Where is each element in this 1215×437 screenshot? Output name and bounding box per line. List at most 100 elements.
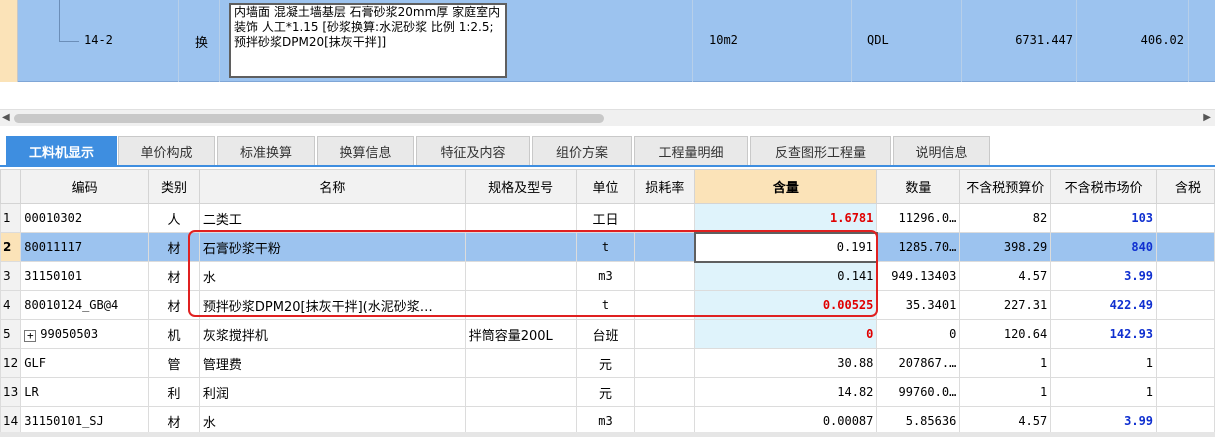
header-quantity[interactable]: 数量 bbox=[876, 169, 961, 204]
cell-code[interactable]: GLF bbox=[20, 348, 150, 378]
horizontal-scrollbar[interactable]: ◀ ▶ bbox=[0, 109, 1215, 126]
cell-budget-price[interactable]: 120.64 bbox=[959, 319, 1052, 349]
cell-spec[interactable]: 拌筒容量200L bbox=[464, 319, 577, 349]
cell-type[interactable]: 机 bbox=[148, 319, 200, 349]
cell-name[interactable]: 管理费 bbox=[198, 348, 466, 378]
cell-tax-price[interactable] bbox=[1156, 290, 1215, 320]
cell-budget-price[interactable]: 82 bbox=[959, 203, 1052, 233]
tab-features[interactable]: 特征及内容 bbox=[416, 136, 530, 165]
cell-spec[interactable] bbox=[464, 377, 577, 407]
cell-unit[interactable]: 台班 bbox=[575, 319, 636, 349]
cell-content[interactable]: 30.88 bbox=[694, 348, 878, 378]
scroll-right-icon[interactable]: ▶ bbox=[1203, 112, 1211, 123]
cell-tax-price[interactable] bbox=[1156, 319, 1215, 349]
table-row-selected[interactable]: 2 80011117 材 石膏砂浆干粉 t 0.191 1285.70… 398… bbox=[0, 231, 1215, 263]
cell-market-price[interactable]: 1 bbox=[1050, 377, 1158, 407]
cell-unit[interactable]: 元 bbox=[575, 348, 636, 378]
cell-loss[interactable] bbox=[634, 377, 696, 407]
scroll-left-icon[interactable]: ◀ bbox=[2, 112, 10, 123]
cell-content[interactable]: 1.6781 bbox=[694, 203, 878, 233]
cell-tax-price[interactable] bbox=[1156, 232, 1215, 262]
cell-name[interactable]: 预拌砂浆DPM20[抹灰干拌](水泥砂浆… bbox=[198, 290, 466, 320]
tab-material-display[interactable]: 工料机显示 bbox=[6, 136, 117, 165]
quota-row[interactable]: 14-2 换 内墙面 混凝土墙基层 石膏砂浆20mm厚 家庭室内装饰 人工*1.… bbox=[0, 0, 1215, 82]
cell-loss[interactable] bbox=[634, 290, 696, 320]
header-spec[interactable]: 规格及型号 bbox=[464, 169, 577, 204]
cell-budget-price[interactable]: 1 bbox=[959, 377, 1052, 407]
cell-type[interactable]: 利 bbox=[148, 377, 200, 407]
cell-code[interactable]: LR bbox=[20, 377, 150, 407]
tab-graphic-quantity[interactable]: 反查图形工程量 bbox=[750, 136, 891, 165]
table-row[interactable]: 4 80010124_GB@4 材 预拌砂浆DPM20[抹灰干拌](水泥砂浆… … bbox=[0, 290, 1215, 320]
header-content[interactable]: 含量 bbox=[694, 169, 878, 204]
table-row[interactable]: 5 +99050503 机 灰浆搅拌机 拌筒容量200L 台班 0 0 120.… bbox=[0, 319, 1215, 349]
cell-type[interactable]: 材 bbox=[148, 290, 200, 320]
cell-tax-price[interactable] bbox=[1156, 261, 1215, 291]
cell-spec[interactable] bbox=[464, 348, 577, 378]
tab-standard-conversion[interactable]: 标准换算 bbox=[217, 136, 315, 165]
expand-icon[interactable]: + bbox=[24, 329, 37, 342]
header-name[interactable]: 名称 bbox=[198, 169, 466, 204]
bottom-scrollbar[interactable] bbox=[0, 432, 1215, 437]
cell-name[interactable]: 灰浆搅拌机 bbox=[198, 319, 466, 349]
header-loss[interactable]: 损耗率 bbox=[634, 169, 696, 204]
cell-budget-price[interactable]: 227.31 bbox=[959, 290, 1052, 320]
cell-market-price[interactable]: 3.99 bbox=[1050, 261, 1158, 291]
cell-code[interactable]: 80010124_GB@4 bbox=[20, 290, 150, 320]
cell-code[interactable]: 31150101 bbox=[20, 261, 150, 291]
cell-spec[interactable] bbox=[464, 290, 577, 320]
cell-name[interactable]: 水 bbox=[198, 261, 466, 291]
cell-unit[interactable]: m3 bbox=[575, 261, 636, 291]
cell-loss[interactable] bbox=[634, 232, 696, 262]
header-unit[interactable]: 单位 bbox=[575, 169, 636, 204]
table-row[interactable]: 3 31150101 材 水 m3 0.141 949.13403 4.57 3… bbox=[0, 261, 1215, 291]
cell-content-editor[interactable]: 0.191 bbox=[693, 231, 878, 263]
cell-code[interactable]: 00010302 bbox=[20, 203, 150, 233]
cell-loss[interactable] bbox=[634, 319, 696, 349]
tab-quantity-detail[interactable]: 工程量明细 bbox=[634, 136, 748, 165]
cell-budget-price[interactable]: 4.57 bbox=[959, 261, 1052, 291]
table-row[interactable]: 13 LR 利 利润 元 14.82 99760.0… 1 1 bbox=[0, 377, 1215, 407]
header-code[interactable]: 编码 bbox=[20, 169, 150, 204]
cell-market-price[interactable]: 142.93 bbox=[1050, 319, 1158, 349]
cell-code[interactable]: +99050503 bbox=[20, 319, 150, 349]
quota-name-editor[interactable]: 内墙面 混凝土墙基层 石膏砂浆20mm厚 家庭室内装饰 人工*1.15 [砂浆换… bbox=[229, 3, 507, 78]
cell-name[interactable]: 利润 bbox=[198, 377, 466, 407]
tab-pricing-scheme[interactable]: 组价方案 bbox=[532, 136, 632, 165]
cell-content[interactable]: 0 bbox=[694, 319, 878, 349]
tab-unit-price[interactable]: 单价构成 bbox=[118, 136, 215, 165]
tab-description[interactable]: 说明信息 bbox=[893, 136, 990, 165]
cell-spec[interactable] bbox=[464, 203, 577, 233]
cell-unit[interactable]: t bbox=[575, 232, 636, 262]
cell-tax-price[interactable] bbox=[1156, 377, 1215, 407]
scroll-thumb[interactable] bbox=[14, 114, 604, 123]
cell-content[interactable]: 0.141 bbox=[694, 261, 878, 291]
cell-type[interactable]: 人 bbox=[148, 203, 200, 233]
cell-unit[interactable]: 元 bbox=[575, 377, 636, 407]
header-type[interactable]: 类别 bbox=[148, 169, 200, 204]
header-tax-price[interactable]: 含税 bbox=[1156, 169, 1215, 204]
cell-market-price[interactable]: 840 bbox=[1050, 232, 1158, 262]
cell-type[interactable]: 管 bbox=[148, 348, 200, 378]
table-row[interactable]: 12 GLF 管 管理费 元 30.88 207867.… 1 1 bbox=[0, 348, 1215, 378]
table-row[interactable]: 1 00010302 人 二类工 工日 1.6781 11296.0… 82 1… bbox=[0, 203, 1215, 233]
cell-loss[interactable] bbox=[634, 348, 696, 378]
cell-loss[interactable] bbox=[634, 203, 696, 233]
cell-type[interactable]: 材 bbox=[148, 261, 200, 291]
cell-spec[interactable] bbox=[464, 232, 577, 262]
cell-code[interactable]: 80011117 bbox=[20, 232, 150, 262]
cell-name[interactable]: 石膏砂浆干粉 bbox=[198, 232, 466, 262]
header-market-price[interactable]: 不含税市场价 bbox=[1050, 169, 1158, 204]
cell-unit[interactable]: t bbox=[575, 290, 636, 320]
cell-name[interactable]: 二类工 bbox=[198, 203, 466, 233]
cell-budget-price[interactable]: 1 bbox=[959, 348, 1052, 378]
header-budget-price[interactable]: 不含税预算价 bbox=[959, 169, 1052, 204]
cell-unit[interactable]: 工日 bbox=[575, 203, 636, 233]
cell-spec[interactable] bbox=[464, 261, 577, 291]
cell-loss[interactable] bbox=[634, 261, 696, 291]
cell-budget-price[interactable]: 398.29 bbox=[959, 232, 1052, 262]
cell-tax-price[interactable] bbox=[1156, 348, 1215, 378]
cell-market-price[interactable]: 422.49 bbox=[1050, 290, 1158, 320]
cell-market-price[interactable]: 1 bbox=[1050, 348, 1158, 378]
cell-market-price[interactable]: 103 bbox=[1050, 203, 1158, 233]
